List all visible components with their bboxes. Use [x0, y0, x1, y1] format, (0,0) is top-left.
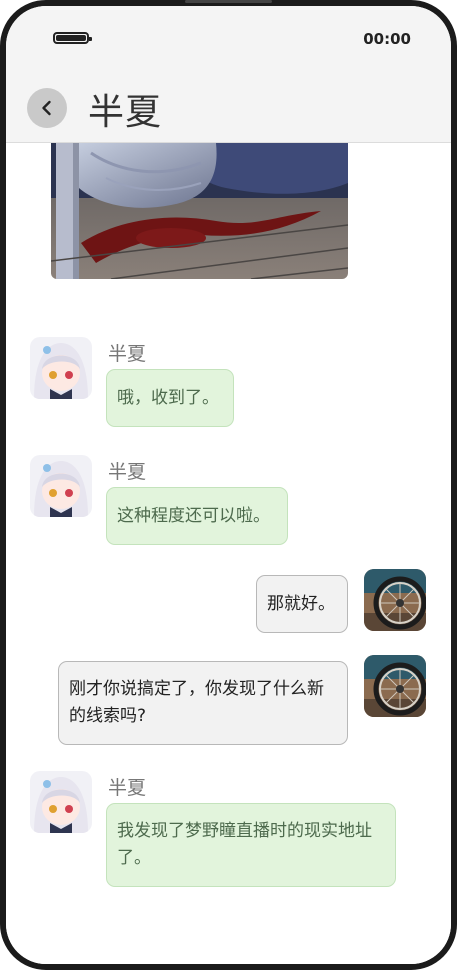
contact-avatar[interactable] [30, 771, 92, 833]
speaker-notch [185, 0, 272, 3]
message-bubble-incoming[interactable]: 我发现了梦野瞳直播时的现实地址了。 [106, 803, 396, 887]
message-bubble-outgoing[interactable]: 刚才你说搞定了，你发现了什么新的线索吗? [58, 661, 348, 745]
status-bar: 00:00 [6, 6, 451, 76]
battery-icon [53, 32, 92, 44]
sender-name: 半夏 [108, 777, 147, 799]
anime-girl-avatar-icon [30, 337, 92, 399]
bicycle-wheel-avatar-icon [364, 569, 426, 631]
device-frame: 00:00 半夏 半夏 哦，收到了。 半夏 这种程度还可以啦。 那就好。 刚才你… [0, 0, 457, 970]
user-avatar[interactable] [364, 569, 426, 631]
message-bubble-incoming[interactable]: 哦，收到了。 [106, 369, 234, 427]
contact-avatar[interactable] [30, 337, 92, 399]
message-list[interactable]: 半夏 哦，收到了。 半夏 这种程度还可以啦。 那就好。 刚才你说搞定了，你发现了… [6, 143, 451, 964]
message-bubble-outgoing[interactable]: 那就好。 [256, 575, 348, 633]
chat-header: 半夏 [6, 76, 451, 143]
anime-girl-avatar-icon [30, 455, 92, 517]
status-time: 00:00 [363, 30, 411, 48]
sender-name: 半夏 [108, 461, 147, 483]
shared-photo[interactable] [51, 143, 348, 279]
anime-girl-avatar-icon [30, 771, 92, 833]
sender-name: 半夏 [108, 343, 147, 365]
phone-screen: 00:00 半夏 半夏 哦，收到了。 半夏 这种程度还可以啦。 那就好。 刚才你… [0, 0, 457, 970]
photo-scene [51, 143, 348, 279]
bicycle-wheel-avatar-icon [364, 655, 426, 717]
message-bubble-incoming[interactable]: 这种程度还可以啦。 [106, 487, 288, 545]
back-button[interactable] [27, 88, 67, 128]
chat-title: 半夏 [88, 92, 163, 133]
contact-avatar[interactable] [30, 455, 92, 517]
chevron-left-icon [42, 100, 51, 116]
user-avatar[interactable] [364, 655, 426, 717]
